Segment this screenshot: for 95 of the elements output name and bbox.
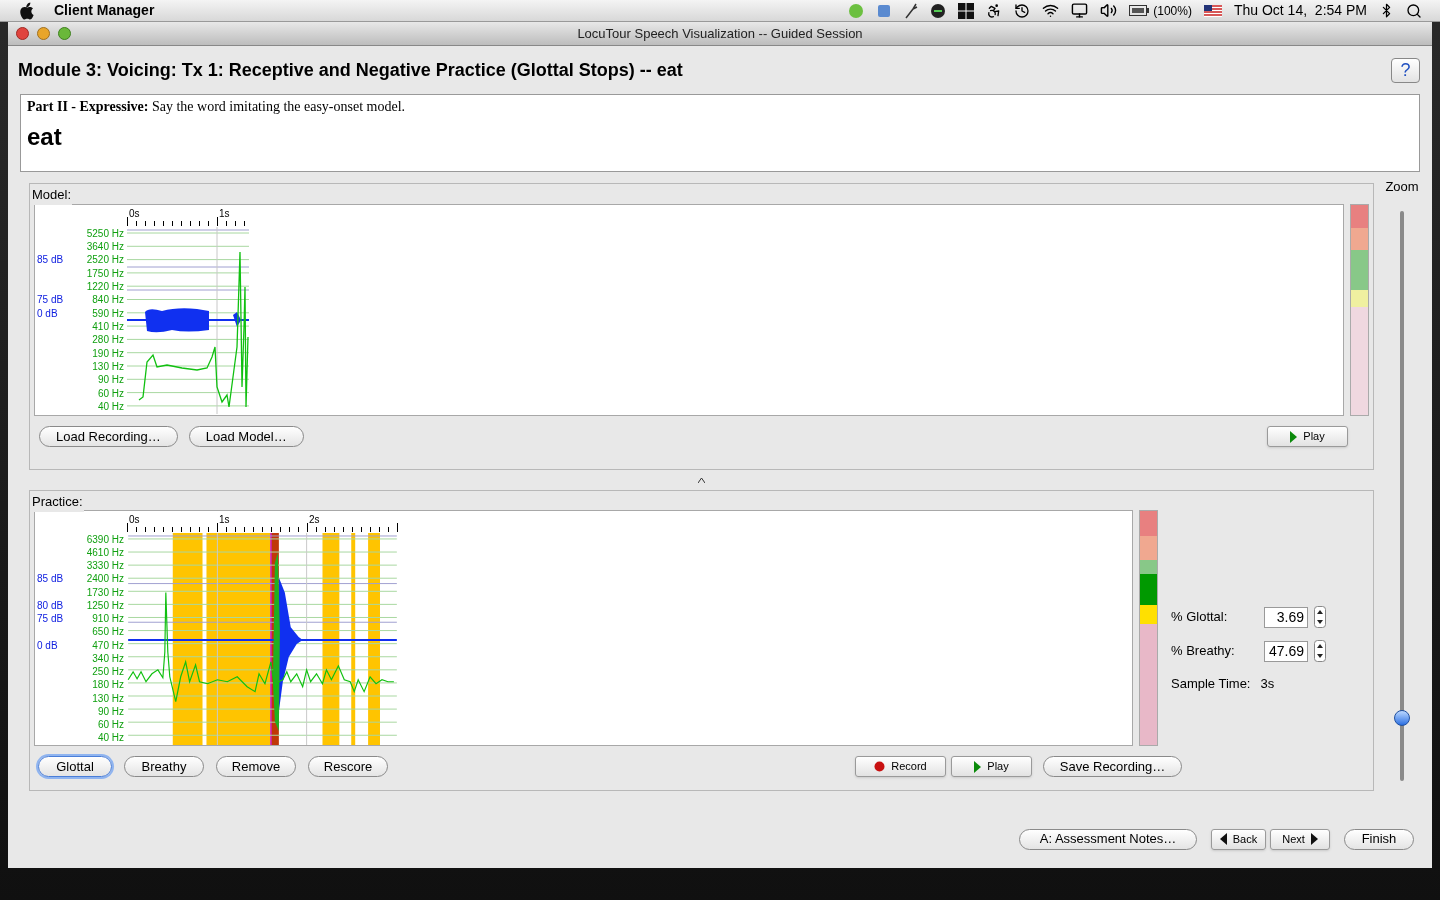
menu-clock[interactable]: Thu Oct 14, 2:54 PM bbox=[1233, 0, 1367, 21]
frequency-label: 4610 Hz bbox=[86, 547, 124, 558]
flag-icon[interactable] bbox=[1203, 4, 1222, 17]
score-button[interactable]: Remove bbox=[216, 756, 296, 777]
frequency-label: 650 Hz bbox=[92, 627, 124, 638]
back-button[interactable]: Back bbox=[1211, 828, 1266, 850]
field-label: % Glottal: bbox=[1171, 608, 1229, 627]
frequency-label: 840 Hz bbox=[92, 295, 124, 306]
clock-icon[interactable] bbox=[1014, 2, 1031, 19]
decibel-label: 0 dB bbox=[36, 640, 58, 651]
frequency-label: 130 Hz bbox=[92, 693, 124, 704]
play-icon bbox=[1290, 430, 1298, 443]
decibel-label: 75 dB bbox=[36, 295, 64, 306]
frequency-label: 1730 Hz bbox=[86, 587, 124, 598]
minimize-button[interactable] bbox=[37, 27, 50, 40]
frequency-label: 6390 Hz bbox=[86, 534, 124, 545]
volume-icon[interactable] bbox=[1100, 2, 1118, 19]
record-icon bbox=[874, 761, 886, 772]
time-label: 0s bbox=[129, 515, 140, 525]
time-label: 1s bbox=[219, 515, 230, 525]
help-button[interactable]: ? bbox=[1391, 57, 1420, 83]
frequency-label: 410 Hz bbox=[92, 322, 124, 333]
display-icon[interactable] bbox=[1071, 2, 1089, 19]
decibel-label: 0 dB bbox=[36, 308, 58, 319]
frequency-label: 3640 Hz bbox=[86, 242, 124, 252]
status-icon[interactable] bbox=[930, 2, 947, 19]
zoom-label: Zoom bbox=[1385, 178, 1419, 196]
frequency-label: 180 Hz bbox=[92, 680, 124, 691]
play-button[interactable]: Play bbox=[1267, 426, 1348, 447]
finish-button[interactable]: Finish bbox=[1344, 828, 1414, 850]
next-button[interactable]: Next bbox=[1270, 828, 1330, 850]
time-label: 2s bbox=[309, 515, 320, 525]
decibel-label: 85 dB bbox=[36, 574, 64, 585]
frequency-label: 590 Hz bbox=[92, 308, 124, 319]
stepper-icon[interactable] bbox=[1314, 606, 1326, 628]
decibel-label: 75 dB bbox=[36, 614, 64, 625]
frequency-label: 280 Hz bbox=[92, 335, 124, 346]
wifi-icon[interactable] bbox=[1042, 2, 1060, 19]
stepper-icon[interactable] bbox=[1314, 640, 1326, 662]
module-heading: Module 3: Voicing: Tx 1: Receptive and Negative Practice (Glottal Stops) -- eat bbox=[18, 58, 683, 82]
battery-icon[interactable] bbox=[1129, 5, 1150, 16]
instruction-text: Part II - Expressive: Say the word imitating the easy-onset model. bbox=[27, 98, 407, 116]
frequency-label: 470 Hz bbox=[92, 640, 124, 651]
frequency-label: 1250 Hz bbox=[86, 600, 124, 611]
load-button[interactable]: Load Recording… bbox=[39, 426, 178, 447]
splitter-caret-icon[interactable] bbox=[698, 477, 705, 483]
frequency-label: 190 Hz bbox=[92, 348, 124, 359]
field-label: % Breathy: bbox=[1171, 642, 1236, 661]
percent-field[interactable]: 3.69 bbox=[1264, 606, 1308, 628]
field-label: Sample Time: bbox=[1171, 675, 1251, 693]
frequency-label: 250 Hz bbox=[92, 667, 124, 678]
frequency-label: 1220 Hz bbox=[86, 282, 124, 293]
percent-field[interactable]: 47.69 bbox=[1264, 640, 1308, 662]
play-button[interactable]: Play bbox=[951, 756, 1032, 777]
time-ruler-icon bbox=[127, 522, 398, 532]
frequency-label: 2520 Hz bbox=[86, 255, 124, 266]
score-button[interactable]: Glottal bbox=[38, 756, 112, 777]
frequency-label: 1750 Hz bbox=[86, 268, 124, 279]
left-arrow-icon bbox=[1219, 833, 1227, 845]
time-label: 0s bbox=[129, 209, 140, 219]
decibel-label: 80 dB bbox=[36, 600, 64, 611]
battery-percent: (100%) bbox=[1153, 2, 1192, 20]
grid-icon[interactable] bbox=[958, 2, 975, 19]
close-button[interactable] bbox=[16, 27, 29, 40]
time-label: 1s bbox=[219, 209, 230, 219]
frequency-label: 130 Hz bbox=[92, 362, 124, 373]
assessment-notes-button[interactable]: A: Assessment Notes… bbox=[1019, 828, 1197, 850]
score-button[interactable]: Breathy bbox=[124, 756, 204, 777]
record-button[interactable]: Record bbox=[855, 756, 946, 777]
zoom-slider[interactable] bbox=[1394, 210, 1410, 781]
frequency-label: 90 Hz bbox=[97, 375, 124, 386]
sample-time-value: 3s bbox=[1260, 675, 1275, 693]
search-icon[interactable] bbox=[1406, 2, 1422, 19]
app-menu[interactable]: Client Manager bbox=[54, 0, 155, 21]
frequency-label: 40 Hz bbox=[97, 733, 124, 744]
frequency-label: 910 Hz bbox=[92, 614, 124, 625]
slider-thumb[interactable] bbox=[1394, 709, 1410, 726]
frequency-label: 60 Hz bbox=[97, 388, 124, 399]
window-title: LocuTour Speech Visualization -- Guided Session bbox=[577, 24, 863, 43]
play-icon bbox=[974, 760, 982, 773]
apple-icon[interactable] bbox=[18, 1, 34, 20]
score-button[interactable]: Rescore bbox=[308, 756, 388, 777]
frequency-label: 3330 Hz bbox=[86, 561, 124, 572]
load-button[interactable]: Load Model… bbox=[188, 426, 304, 447]
frequency-label: 40 Hz bbox=[97, 402, 124, 413]
frequency-label: 90 Hz bbox=[97, 706, 124, 717]
save-recording-button[interactable]: Save Recording… bbox=[1043, 756, 1182, 777]
zoom-button[interactable] bbox=[58, 27, 71, 40]
decibel-label: 85 dB bbox=[36, 255, 64, 266]
frequency-label: 340 Hz bbox=[92, 653, 124, 664]
right-arrow-icon bbox=[1310, 833, 1318, 845]
frequency-label: 2400 Hz bbox=[86, 574, 124, 585]
frequency-label: 5250 Hz bbox=[86, 228, 124, 239]
frequency-label: 60 Hz bbox=[97, 720, 124, 731]
target-word: eat bbox=[27, 125, 63, 149]
